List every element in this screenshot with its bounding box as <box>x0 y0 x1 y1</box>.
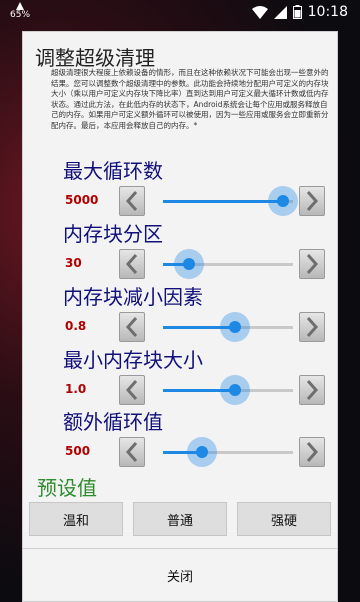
dialog-title: 调整超级清理 <box>35 46 155 70</box>
chevron-left-icon <box>126 191 138 211</box>
setting-value: 1.0 <box>65 382 87 396</box>
chevron-right-icon <box>306 191 318 211</box>
preset-strong-button[interactable]: 强硬 <box>237 502 331 536</box>
slider-thumb-core <box>196 446 208 458</box>
increase-button[interactable] <box>299 186 325 216</box>
decrease-button[interactable] <box>119 249 145 279</box>
slider-thumb[interactable] <box>219 312 250 342</box>
setting-value: 0.8 <box>65 319 87 333</box>
slider-track[interactable] <box>163 451 293 454</box>
increase-button[interactable] <box>299 312 325 342</box>
slider-thumb-core <box>276 195 289 207</box>
preset-mild-button[interactable]: 温和 <box>29 502 123 536</box>
status-bar: 65% 10:18 <box>0 0 360 26</box>
setting-value: 500 <box>65 444 91 458</box>
decrease-button[interactable] <box>119 312 145 342</box>
super-clean-dialog: 调整超级清理 超级清理很大程度上依赖设备的情形，而且在这种依赖状况下可能会出现一… <box>22 31 338 602</box>
slider-thumb-core <box>228 321 241 333</box>
chevron-left-icon <box>126 442 138 462</box>
battery-percent-text: 65% <box>10 10 31 20</box>
battery-icon <box>292 5 302 19</box>
decrease-button[interactable] <box>119 186 145 216</box>
chevron-right-icon <box>306 380 318 400</box>
clock-time: 10:18 <box>307 4 348 20</box>
setting-label: 额外循环值 <box>63 410 163 434</box>
chevron-right-icon <box>306 442 318 462</box>
setting-label: 内存块分区 <box>63 222 163 246</box>
chevron-right-icon <box>306 317 318 337</box>
chevron-right-icon <box>306 254 318 274</box>
decrease-button[interactable] <box>119 375 145 405</box>
dialog-description: 超级清理很大程度上依赖设备的情形，而且在这种依赖状况下可能会出现一些意外的结果。… <box>51 68 329 130</box>
chevron-left-icon <box>126 254 138 274</box>
alert-icon <box>16 2 24 10</box>
close-button[interactable]: 关闭 <box>23 549 337 601</box>
wifi-icon <box>251 5 268 19</box>
setting-value: 30 <box>65 256 82 270</box>
setting-label: 内存块减小因素 <box>63 285 203 309</box>
setting-value: 5000 <box>65 193 99 207</box>
slider-thumb[interactable] <box>187 437 217 467</box>
setting-label: 最大循环数 <box>63 159 163 183</box>
slider-thumb[interactable] <box>174 249 204 279</box>
battery-indicator: 65% <box>10 2 30 20</box>
chevron-left-icon <box>126 317 138 337</box>
slider-thumb-core <box>228 384 241 396</box>
slider-thumb-core <box>183 258 195 270</box>
slider-thumb[interactable] <box>267 186 298 216</box>
increase-button[interactable] <box>299 437 325 467</box>
preset-normal-button[interactable]: 普通 <box>133 502 227 536</box>
setting-label: 最小内存块大小 <box>63 348 203 372</box>
decrease-button[interactable] <box>119 437 145 467</box>
slider-thumb[interactable] <box>219 375 250 405</box>
increase-button[interactable] <box>299 375 325 405</box>
chevron-left-icon <box>126 380 138 400</box>
increase-button[interactable] <box>299 249 325 279</box>
preset-title: 预设值 <box>37 476 97 500</box>
signal-icon <box>273 5 287 19</box>
slider-fill <box>163 200 283 203</box>
